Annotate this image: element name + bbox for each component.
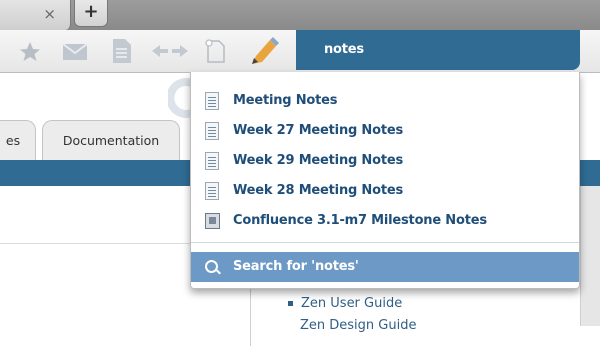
star-icon[interactable]	[18, 40, 42, 64]
browser-tab[interactable]: ×	[0, 0, 71, 30]
arrows-icon[interactable]	[152, 44, 188, 58]
milestone-icon	[205, 213, 220, 229]
new-tab-button[interactable]: +	[74, 0, 108, 27]
search-all-item[interactable]: Search for 'notes'	[191, 252, 579, 282]
suggestion-label: Week 27 Meeting Notes	[233, 123, 404, 138]
page-icon[interactable]	[112, 38, 132, 64]
search-suggestions-dropdown: Meeting Notes Week 27 Meeting Notes Week…	[190, 72, 580, 289]
dropdown-divider	[191, 242, 579, 243]
suggestion-label: Week 29 Meeting Notes	[233, 153, 404, 168]
pencil-icon[interactable]	[248, 36, 280, 66]
search-input-value: notes	[324, 42, 364, 57]
document-icon	[205, 152, 219, 170]
suggestion-item[interactable]: Meeting Notes	[191, 86, 579, 116]
suggestion-label: Confluence 3.1-m7 Milestone Notes	[233, 213, 487, 228]
suggestion-item[interactable]: Week 29 Meeting Notes	[191, 146, 579, 176]
list-item[interactable]: Zen User Guide	[288, 296, 402, 311]
suggestion-item[interactable]: Confluence 3.1-m7 Milestone Notes	[191, 206, 579, 236]
search-all-label: Search for 'notes'	[233, 259, 359, 274]
suggestion-label: Week 28 Meeting Notes	[233, 183, 404, 198]
divider	[0, 243, 190, 244]
document-icon	[205, 122, 219, 140]
bullet-icon	[288, 301, 293, 306]
mail-icon[interactable]	[62, 43, 88, 61]
tab-partial[interactable]: es	[0, 120, 36, 161]
suggestion-item[interactable]: Week 28 Meeting Notes	[191, 176, 579, 206]
tab-documentation-label: Documentation	[62, 133, 160, 148]
suggestion-label: Meeting Notes	[233, 93, 338, 108]
browser-tab-strip: × +	[0, 0, 600, 30]
content-panel	[250, 286, 591, 346]
list-item-label: Zen User Guide	[301, 296, 403, 311]
search-icon	[205, 260, 218, 273]
tab-documentation[interactable]: Documentation	[42, 120, 180, 161]
document-icon	[205, 92, 219, 110]
new-page-icon[interactable]	[204, 38, 226, 64]
tab-partial-label: es	[5, 133, 21, 148]
tab-close-icon[interactable]: ×	[43, 5, 56, 23]
search-input[interactable]: notes	[296, 30, 580, 70]
document-icon	[205, 182, 219, 200]
suggestion-item[interactable]: Week 27 Meeting Notes	[191, 116, 579, 146]
